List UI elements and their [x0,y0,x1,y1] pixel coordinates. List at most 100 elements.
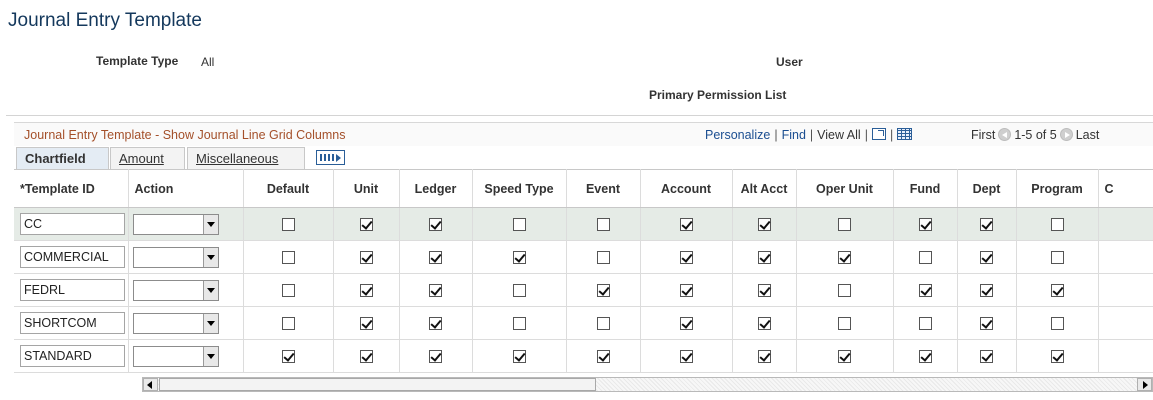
col-header-ledger[interactable]: Ledger [399,169,473,208]
dept-checkbox[interactable] [980,251,993,265]
chevron-down-icon[interactable] [202,280,218,300]
default-checkbox[interactable] [281,317,295,331]
col-header-template-id[interactable]: *Template ID [14,169,129,208]
fund-checkbox[interactable] [918,218,932,232]
oper-unit-checkbox[interactable] [838,317,851,331]
action-dropdown[interactable] [132,345,219,367]
col-header-action[interactable]: Action [128,169,244,208]
action-dropdown[interactable] [132,213,219,235]
scrollbar-thumb[interactable] [159,378,596,391]
col-header-dept[interactable]: Dept [957,169,1017,208]
template-id-field[interactable] [20,279,125,301]
personalize-link[interactable]: Personalize [705,128,770,142]
col-header-event[interactable]: Event [566,169,641,208]
account-checkbox[interactable] [679,317,693,331]
tab-miscellaneous[interactable]: Miscellaneous [187,147,305,169]
scroll-right-arrow-icon[interactable] [1137,378,1152,391]
find-link[interactable]: Find [782,128,806,142]
oper-unit-checkbox[interactable] [838,251,851,265]
tab-amount[interactable]: Amount [110,147,185,169]
chevron-down-icon[interactable] [202,346,218,366]
col-header-speed-type[interactable]: Speed Type [472,169,567,208]
ledger-checkbox[interactable] [429,284,442,298]
chevron-down-icon[interactable] [202,214,218,234]
chevron-down-icon[interactable] [202,313,218,333]
alt-acct-checkbox[interactable] [757,284,771,298]
dept-checkbox[interactable] [980,350,993,364]
horizontal-scrollbar[interactable] [142,377,1153,392]
action-dropdown[interactable] [132,246,219,268]
fund-checkbox[interactable] [918,251,932,265]
alt-acct-checkbox[interactable] [757,350,771,364]
previous-arrow-icon[interactable] [998,128,1012,141]
account-checkbox[interactable] [679,284,693,298]
col-header-oper-unit[interactable]: Oper Unit [796,169,894,208]
speed-type-checkbox[interactable] [512,350,526,364]
ledger-checkbox[interactable] [429,251,442,265]
col-header-program[interactable]: Program [1016,169,1099,208]
event-checkbox[interactable] [596,251,610,265]
alt-acct-checkbox[interactable] [757,317,771,331]
alt-acct-checkbox[interactable] [757,251,771,265]
speed-type-checkbox[interactable] [512,284,526,298]
col-header-alt-acct[interactable]: Alt Acct [732,169,797,208]
fund-checkbox[interactable] [918,350,932,364]
event-checkbox[interactable] [596,317,610,331]
col-header-unit[interactable]: Unit [333,169,400,208]
chevron-down-icon[interactable] [202,247,218,267]
speed-type-checkbox[interactable] [512,317,526,331]
template-id-field[interactable] [20,213,125,235]
action-dropdown[interactable] [132,312,219,334]
truncated-cell [1098,339,1153,373]
col-header-truncated[interactable]: C [1098,169,1153,208]
unit-checkbox[interactable] [359,218,373,232]
next-arrow-icon[interactable] [1059,128,1073,141]
template-id-field[interactable] [20,345,125,367]
speed-type-checkbox[interactable] [512,251,526,265]
unit-checkbox[interactable] [359,317,373,331]
unit-checkbox[interactable] [359,350,373,364]
event-checkbox[interactable] [596,218,610,232]
alt-acct-checkbox[interactable] [757,218,771,232]
oper-unit-checkbox[interactable] [838,218,851,232]
program-checkbox[interactable] [1050,284,1064,298]
dept-checkbox[interactable] [980,218,993,232]
unit-checkbox[interactable] [359,251,373,265]
program-checkbox[interactable] [1050,350,1064,364]
dept-checkbox[interactable] [980,284,993,298]
spreadsheet-icon[interactable] [897,128,913,140]
account-checkbox[interactable] [679,251,693,265]
event-checkbox[interactable] [596,350,610,364]
col-header-fund[interactable]: Fund [893,169,958,208]
fund-checkbox[interactable] [918,317,932,331]
program-checkbox[interactable] [1050,251,1064,265]
default-checkbox[interactable] [281,251,295,265]
default-checkbox[interactable] [281,218,295,232]
view-all-link[interactable]: View All [817,128,861,142]
action-dropdown[interactable] [132,279,219,301]
template-id-field[interactable] [20,246,125,268]
tab-chartfield[interactable]: Chartfield [16,147,109,169]
program-checkbox[interactable] [1050,218,1064,232]
account-checkbox[interactable] [679,350,693,364]
default-checkbox[interactable] [281,284,295,298]
scroll-left-arrow-icon[interactable] [143,378,158,391]
unit-checkbox[interactable] [359,284,373,298]
oper-unit-checkbox[interactable] [838,284,851,298]
program-checkbox[interactable] [1050,317,1064,331]
speed-type-checkbox[interactable] [512,218,526,232]
ledger-checkbox[interactable] [429,350,442,364]
dept-checkbox[interactable] [980,317,993,331]
fund-checkbox[interactable] [918,284,932,298]
col-header-account[interactable]: Account [640,169,733,208]
template-id-field[interactable] [20,312,125,334]
ledger-checkbox[interactable] [429,218,442,232]
ledger-checkbox[interactable] [429,317,442,331]
event-checkbox[interactable] [596,284,610,298]
col-header-default[interactable]: Default [243,169,334,208]
account-checkbox[interactable] [679,218,693,232]
oper-unit-checkbox[interactable] [838,350,851,364]
show-all-columns-icon[interactable] [316,150,345,165]
default-checkbox[interactable] [281,350,295,364]
new-window-icon[interactable] [871,128,886,140]
